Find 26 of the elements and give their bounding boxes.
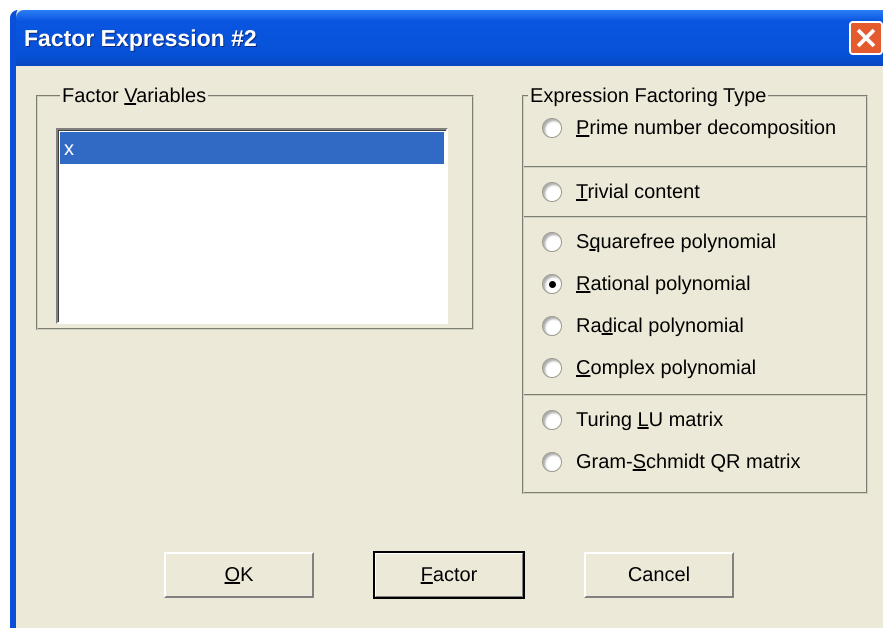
window-title: Factor Expression #2 [24, 24, 257, 52]
dialog-button[interactable]: OK [164, 552, 314, 598]
close-icon [855, 27, 877, 49]
option-label[interactable]: Complex polynomial [576, 356, 756, 380]
option-label[interactable]: Rational polynomial [576, 272, 751, 296]
dialog-button[interactable]: Cancel [584, 552, 734, 598]
option-label[interactable]: Squarefree polynomial [576, 230, 776, 254]
radio-button[interactable] [542, 452, 562, 472]
option-label[interactable]: Radical polynomial [576, 314, 744, 338]
radio-button[interactable] [542, 118, 562, 138]
group-title: Factor Variables [61, 86, 208, 106]
option-label[interactable]: Prime number decomposition [576, 116, 836, 140]
option-label[interactable]: Turing LU matrix [576, 408, 724, 432]
radio-button[interactable] [542, 182, 562, 202]
list-item[interactable]: x [60, 132, 444, 164]
list-box[interactable]: x [56, 128, 448, 324]
radio-button[interactable] [542, 274, 562, 294]
option-label[interactable]: Trivial content [576, 180, 700, 204]
group-title: Expression Factoring Type [529, 86, 768, 106]
radio-button[interactable] [542, 410, 562, 430]
radio-button[interactable] [542, 316, 562, 336]
close-button[interactable] [849, 21, 883, 55]
radio-button[interactable] [542, 232, 562, 252]
dialog-button[interactable]: Factor [374, 552, 524, 598]
radio-button[interactable] [542, 358, 562, 378]
option-label[interactable]: Gram-Schmidt QR matrix [576, 450, 800, 474]
